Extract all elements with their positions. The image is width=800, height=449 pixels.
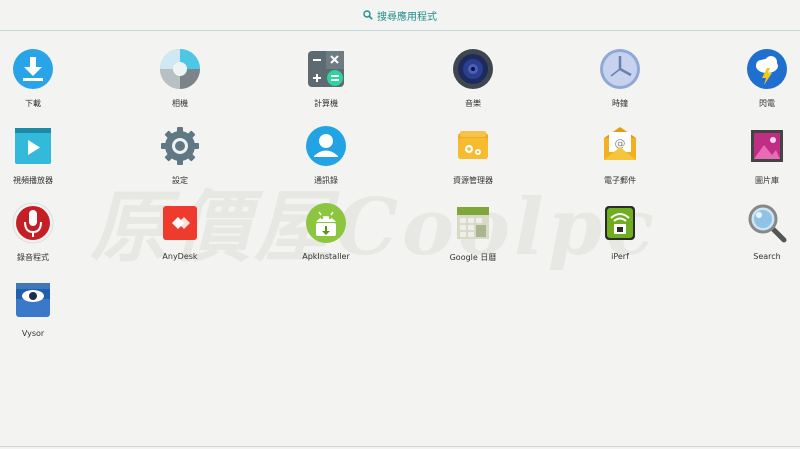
apkinstaller-icon — [306, 203, 346, 243]
app-label: 視頻播放器 — [13, 176, 53, 185]
app-label: 電子郵件 — [604, 176, 636, 185]
vysor-icon — [16, 283, 50, 317]
app-label: 圖片庫 — [755, 176, 779, 185]
music-icon — [453, 49, 493, 89]
search-app-icon — [748, 204, 787, 243]
app-recorder[interactable]: 錄音程式 — [0, 202, 78, 272]
app-file-manager[interactable]: 資源管理器 — [428, 125, 518, 195]
gallery-icon — [751, 130, 783, 162]
app-label: 音樂 — [465, 99, 481, 108]
app-calculator[interactable]: 計算機 — [281, 48, 371, 118]
app-label: 計算機 — [314, 99, 338, 108]
app-email[interactable]: @ 電子郵件 — [575, 125, 665, 195]
camera-icon — [160, 49, 200, 89]
contacts-icon — [306, 126, 346, 166]
app-video-player[interactable]: 視頻播放器 — [0, 125, 78, 195]
app-gallery[interactable]: 圖片庫 — [722, 125, 800, 195]
app-label: 設定 — [172, 176, 188, 185]
app-label: Search — [753, 252, 781, 261]
app-label: iPerf — [611, 252, 629, 261]
search-divider — [0, 30, 800, 31]
video-player-icon — [15, 128, 51, 164]
app-download[interactable]: 下載 — [0, 48, 78, 118]
app-label: 資源管理器 — [453, 176, 493, 185]
calculator-icon — [308, 51, 344, 87]
flash-icon — [747, 49, 787, 89]
app-contacts[interactable]: 通訊錄 — [281, 125, 371, 195]
settings-icon — [161, 127, 199, 165]
app-camera[interactable]: 相機 — [135, 48, 225, 118]
app-label: 相機 — [172, 99, 188, 108]
app-settings[interactable]: 設定 — [135, 125, 225, 195]
recorder-icon — [12, 202, 54, 244]
bottom-divider — [0, 446, 800, 447]
app-anydesk[interactable]: AnyDesk — [135, 202, 225, 272]
clock-icon — [600, 49, 640, 89]
app-label: ApkInstaller — [302, 252, 350, 261]
file-manager-icon — [458, 131, 488, 159]
app-clock[interactable]: 時鐘 — [575, 48, 665, 118]
search-apps-label: 搜尋應用程式 — [377, 11, 437, 23]
app-music[interactable]: 音樂 — [428, 48, 518, 118]
app-vysor[interactable]: Vysor — [0, 279, 78, 349]
app-label: 通訊錄 — [314, 176, 338, 185]
app-label: 下載 — [25, 99, 41, 108]
email-icon: @ — [604, 127, 636, 160]
app-flash[interactable]: 閃電 — [722, 48, 800, 118]
app-label: 錄音程式 — [17, 253, 49, 262]
app-search[interactable]: Search — [722, 202, 800, 272]
app-iperf[interactable]: iPerf — [575, 202, 665, 272]
app-label: Google 日曆 — [449, 253, 497, 262]
download-icon — [13, 49, 53, 89]
app-label: Vysor — [21, 329, 45, 338]
search-apps-bar[interactable]: 搜尋應用程式 — [0, 0, 800, 30]
iperf-icon — [605, 206, 635, 240]
app-apkinstaller[interactable]: ApkInstaller — [281, 202, 371, 272]
app-label: AnyDesk — [162, 252, 198, 261]
app-google-calendar[interactable]: Google 日曆 — [428, 202, 518, 272]
anydesk-icon — [163, 206, 197, 240]
search-icon — [363, 10, 373, 20]
app-label: 閃電 — [759, 99, 775, 108]
calendar-icon — [457, 207, 489, 239]
app-label: 時鐘 — [612, 99, 628, 108]
